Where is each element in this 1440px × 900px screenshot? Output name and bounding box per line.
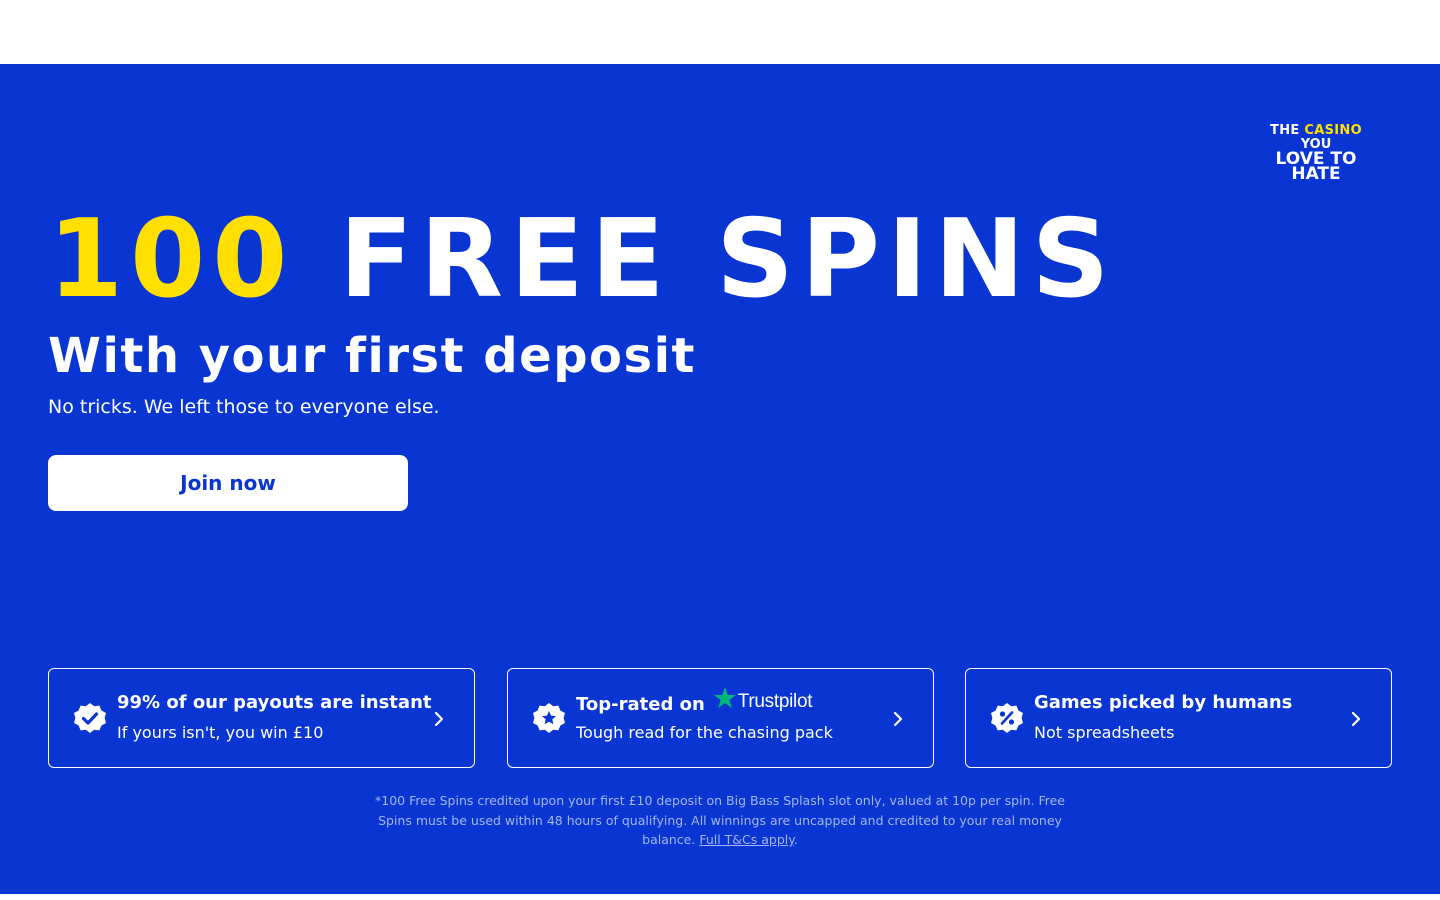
logo-line-1: THE CASINO: [1256, 124, 1376, 138]
hero-section: THE CASINO YOU LOVE TO HATE 100 FREE SPI…: [0, 64, 1440, 894]
trustpilot-wordmark: Trustpilot: [737, 691, 813, 712]
feature-card-trustpilot[interactable]: Top-rated on Trustpilot Tough read for t…: [507, 668, 934, 768]
terms-disclaimer: *100 Free Spins credited upon your first…: [370, 791, 1070, 850]
headline-number: 100: [48, 197, 295, 322]
feature-title: Games picked by humans: [1034, 692, 1293, 713]
percent-badge-icon: [990, 702, 1024, 736]
brand-logo[interactable]: THE CASINO YOU LOVE TO HATE: [1256, 124, 1376, 184]
logo-line-4: HATE: [1291, 164, 1341, 184]
join-now-button[interactable]: Join now: [48, 455, 408, 511]
disclaimer-trailing: .: [793, 832, 798, 847]
hero-tagline: No tricks. We left those to everyone els…: [48, 396, 440, 418]
chevron-right-icon: [432, 709, 446, 729]
headline-text: FREE SPINS: [339, 197, 1117, 322]
feature-card-instant-payouts[interactable]: 99% of our payouts are instant If yours …: [48, 668, 475, 768]
feature-subtitle: If yours isn't, you win £10: [117, 723, 324, 742]
feature-subtitle: Not spreadsheets: [1034, 723, 1175, 742]
trustpilot-logo: Trustpilot: [713, 687, 813, 714]
verified-badge-icon: [73, 702, 107, 736]
feature-subtitle: Tough read for the chasing pack: [576, 723, 833, 742]
top-bar: [0, 0, 1440, 64]
feature-title: Top-rated on Trustpilot: [576, 687, 813, 716]
hero-headline: 100 FREE SPINS: [48, 200, 1116, 320]
star-badge-icon: [532, 702, 566, 736]
logo-word-the: THE: [1270, 123, 1300, 138]
full-terms-link[interactable]: Full T&Cs apply: [699, 832, 794, 847]
trustpilot-star-icon: [713, 687, 736, 708]
chevron-right-icon: [891, 709, 905, 729]
feature-title-text: Top-rated on: [576, 693, 705, 715]
feature-title: 99% of our payouts are instant: [117, 692, 432, 713]
hero-subheadline: With your first deposit: [48, 328, 696, 384]
feature-card-games[interactable]: Games picked by humans Not spreadsheets: [965, 668, 1392, 768]
chevron-right-icon: [1349, 709, 1363, 729]
logo-word-casino: CASINO: [1304, 123, 1362, 138]
